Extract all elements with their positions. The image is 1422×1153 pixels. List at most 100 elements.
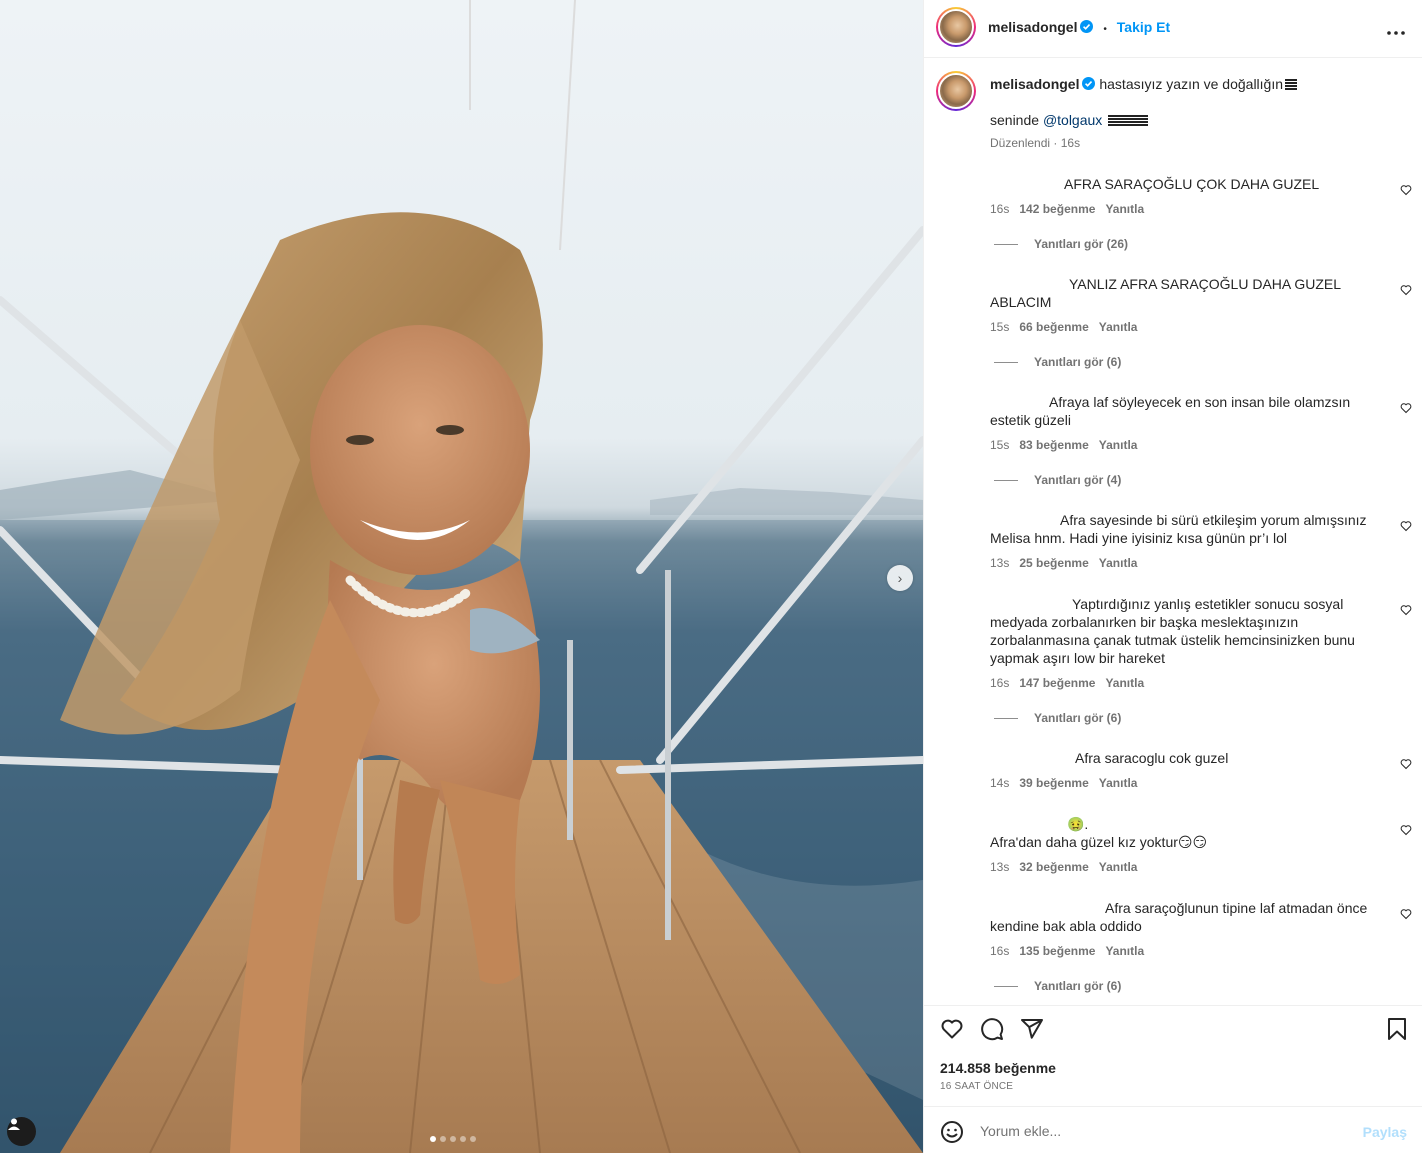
comment-text: Afraya laf söyleyecek en son insan bile … — [1049, 394, 1351, 410]
post-time[interactable]: 16 SAAT ÖNCE — [940, 1081, 1013, 1092]
verified-icon — [1082, 77, 1096, 90]
view-replies-label: Yanıtları gör (6) — [1034, 979, 1122, 993]
post-photo[interactable]: › — [0, 0, 923, 1153]
chevron-right-icon: › — [897, 570, 903, 586]
caption-mention-link[interactable]: @tolgaux — [1043, 112, 1102, 128]
emoji-icon[interactable] — [940, 1120, 964, 1144]
comment-time[interactable]: 15s — [990, 438, 1009, 452]
carousel-dot — [430, 1136, 436, 1142]
emoji-glyph — [1108, 114, 1149, 126]
caption-text-2: seninde — [990, 112, 1040, 128]
comment-bar: Yorum ekle... Paylaş — [924, 1106, 1422, 1153]
comment-time[interactable]: 15s — [990, 320, 1009, 334]
carousel-dot — [460, 1136, 466, 1142]
comment-like-icon[interactable] — [1400, 824, 1412, 836]
comment-meta: 15s 66 beğenme Yanıtla — [990, 320, 1137, 334]
tagged-users-button[interactable] — [7, 1117, 36, 1146]
carousel-dot — [450, 1136, 456, 1142]
comment-likes[interactable]: 135 beğenme — [1019, 944, 1095, 958]
comment-text: Yaptırdığınız yanlış estetikler sonucu s… — [1072, 596, 1344, 612]
comment-text-4: yapmak aşırı low bir hareket — [990, 650, 1166, 666]
comment-like-icon[interactable] — [1400, 604, 1412, 616]
view-replies-button[interactable]: Yanıtları gör (6) — [994, 355, 1121, 369]
actions-divider — [924, 1005, 1422, 1006]
comment-text: AFRA SARAÇOĞLU ÇOK DAHA GUZEL — [1064, 176, 1320, 192]
comment-meta: 16s 135 beğenme Yanıtla — [990, 944, 1144, 958]
comment-like-icon[interactable] — [1400, 758, 1412, 770]
comment-likes[interactable]: 32 beğenme — [1019, 860, 1088, 874]
photo-illustration — [0, 0, 923, 1153]
more-icon — [1387, 31, 1405, 35]
comment-likes[interactable]: 66 beğenme — [1019, 320, 1088, 334]
more-options-button[interactable] — [1387, 18, 1405, 41]
comment-likes[interactable]: 25 beğenme — [1019, 556, 1088, 570]
view-replies-label: Yanıtları gör (6) — [1034, 711, 1122, 725]
post-header: melisadongel • Takip Et — [924, 0, 1422, 58]
comment-time[interactable]: 16s — [990, 202, 1009, 216]
comment-like-icon[interactable] — [1400, 184, 1412, 196]
heart-icon[interactable] — [940, 1017, 964, 1041]
comment-reply-button[interactable]: Yanıtla — [1099, 860, 1138, 874]
caption-avatar[interactable] — [936, 71, 976, 111]
post-actions — [940, 1017, 1044, 1041]
comment-text-2: ABLACIM — [990, 294, 1052, 310]
comment-reply-button[interactable]: Yanıtla — [1105, 944, 1144, 958]
comment-meta: 15s 83 beğenme Yanıtla — [990, 438, 1137, 452]
author-avatar[interactable] — [936, 7, 976, 47]
view-replies-button[interactable]: Yanıtları gör (26) — [994, 237, 1128, 251]
comment-time[interactable]: 13s — [990, 556, 1009, 570]
comment-meta: 16s 142 beğenme Yanıtla — [990, 202, 1144, 216]
carousel-next-button[interactable]: › — [887, 565, 913, 591]
comment-meta: 13s 25 beğenme Yanıtla — [990, 556, 1137, 570]
comment-text-2: Melisa hnm. Hadi yine iyisiniz kısa günü… — [990, 530, 1287, 546]
comment-reply-button[interactable]: Yanıtla — [1099, 556, 1138, 570]
caption-time[interactable]: 16s — [1061, 136, 1080, 150]
post-comment-button[interactable]: Paylaş — [1363, 1124, 1407, 1140]
comment-reply-button[interactable]: Yanıtla — [1105, 676, 1144, 690]
share-icon[interactable] — [1020, 1017, 1044, 1041]
author-username[interactable]: melisadongel — [988, 19, 1077, 35]
comment-like-icon[interactable] — [1400, 284, 1412, 296]
caption-line-1: melisadongel hastasıyız yazın ve doğallı… — [990, 75, 1298, 93]
author-info: melisadongel • Takip Et — [988, 19, 1170, 35]
comment-meta: 13s 32 beğenme Yanıtla — [990, 860, 1137, 874]
comment-time[interactable]: 14s — [990, 776, 1009, 790]
comment-text: Afra sayesinde bi sürü etkileşim yorum a… — [1060, 512, 1367, 528]
comment-like-icon[interactable] — [1400, 908, 1412, 920]
comment-meta: 14s 39 beğenme Yanıtla — [990, 776, 1137, 790]
view-replies-label: Yanıtları gör (26) — [1034, 237, 1129, 251]
comment-like-icon[interactable] — [1400, 520, 1412, 532]
caption-meta: Düzenlendi · 16s — [990, 136, 1081, 150]
header-separator: • — [1103, 24, 1107, 35]
view-replies-button[interactable]: Yanıtları gör (6) — [994, 711, 1121, 725]
view-replies-button[interactable]: Yanıtları gör (6) — [994, 979, 1121, 993]
comment-text: YANLIZ AFRA SARAÇOĞLU DAHA GUZEL — [1069, 276, 1342, 292]
caption-username[interactable]: melisadongel — [990, 76, 1079, 92]
bookmark-icon[interactable] — [1386, 1017, 1408, 1041]
comment-reply-button[interactable]: Yanıtla — [1099, 776, 1138, 790]
comment-icon[interactable] — [980, 1017, 1004, 1041]
comment-likes[interactable]: 142 beğenme — [1019, 202, 1095, 216]
view-replies-label: Yanıtları gör (6) — [1034, 355, 1122, 369]
comment-input[interactable]: Yorum ekle... — [980, 1123, 1061, 1139]
verified-icon — [1080, 20, 1094, 33]
comment-time[interactable]: 16s — [990, 944, 1009, 958]
comment-time[interactable]: 13s — [990, 860, 1009, 874]
likes-count[interactable]: 214.858 beğenme — [940, 1060, 1056, 1076]
comment-text: Afra saracoglu cok guzel — [1075, 750, 1229, 766]
carousel-dot — [470, 1136, 476, 1142]
comment-likes[interactable]: 147 beğenme — [1019, 676, 1095, 690]
comment-time[interactable]: 16s — [990, 676, 1009, 690]
caption-text: hastasıyız yazın ve doğallığın — [1099, 76, 1284, 92]
comment-likes[interactable]: 83 beğenme — [1019, 438, 1088, 452]
follow-button[interactable]: Takip Et — [1117, 19, 1170, 35]
view-replies-button[interactable]: Yanıtları gör (4) — [994, 473, 1121, 487]
comment-reply-button[interactable]: Yanıtla — [1099, 320, 1138, 334]
comment-reply-button[interactable]: Yanıtla — [1105, 202, 1144, 216]
comment-reply-button[interactable]: Yanıtla — [1099, 438, 1138, 452]
comment-text: 🤢. — [1067, 816, 1089, 832]
comment-meta: 16s 147 beğenme Yanıtla — [990, 676, 1144, 690]
comment-like-icon[interactable] — [1400, 402, 1412, 414]
comment-likes[interactable]: 39 beğenme — [1019, 776, 1088, 790]
comment-text-2: estetik güzeli — [990, 412, 1071, 428]
